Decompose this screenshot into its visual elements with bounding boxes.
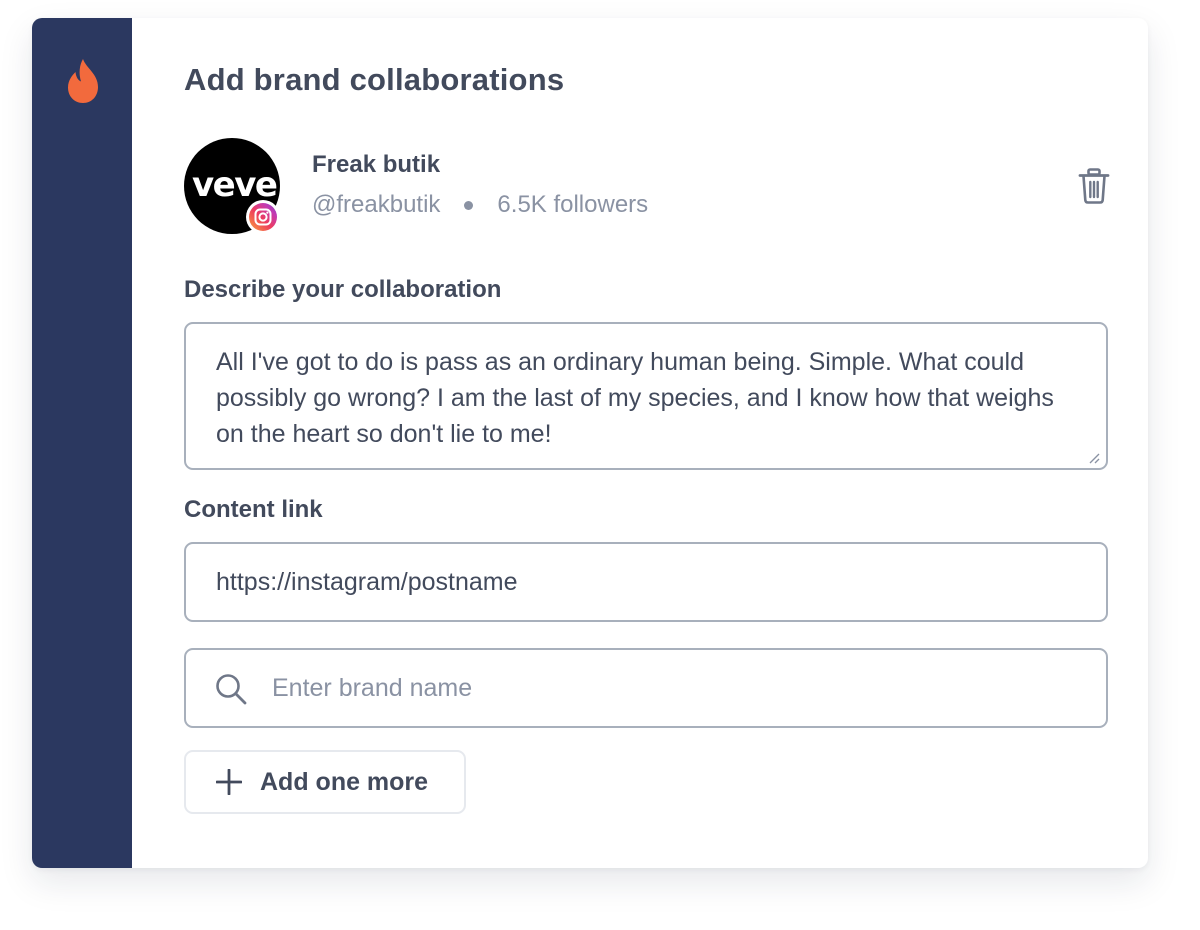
description-textarea[interactable]: All I've got to do is pass as an ordinar… xyxy=(184,322,1108,470)
content-link-label: Content link xyxy=(184,496,323,523)
content-link-input[interactable] xyxy=(184,542,1108,622)
description-label: Describe your collaboration xyxy=(184,276,502,303)
brand-search-input[interactable] xyxy=(184,648,1108,728)
separator-dot xyxy=(464,200,474,210)
main-panel: Add brand collaborations veve Freak buti… xyxy=(132,18,1148,868)
flame-icon[interactable] xyxy=(65,58,101,104)
trash-icon[interactable] xyxy=(1078,168,1110,204)
brand-avatar: veve xyxy=(184,138,280,234)
collaboration-card: Add brand collaborations veve Freak buti… xyxy=(32,18,1148,868)
brand-name: Freak butik xyxy=(312,151,441,178)
brand-meta: @freakbutik 6.5K followers xyxy=(312,191,648,219)
plus-icon xyxy=(216,769,242,795)
add-one-more-label: Add one more xyxy=(260,767,429,796)
instagram-badge xyxy=(246,200,280,234)
add-one-more-button[interactable]: Add one more xyxy=(184,750,466,814)
instagram-icon xyxy=(249,203,277,231)
sidebar xyxy=(32,18,132,868)
page-title: Add brand collaborations xyxy=(184,62,565,97)
brand-followers: 6.5K followers xyxy=(497,191,649,218)
resize-handle-icon[interactable] xyxy=(1088,452,1100,464)
brand-handle: @freakbutik xyxy=(312,191,441,218)
avatar-logo-text: veve xyxy=(192,165,278,205)
